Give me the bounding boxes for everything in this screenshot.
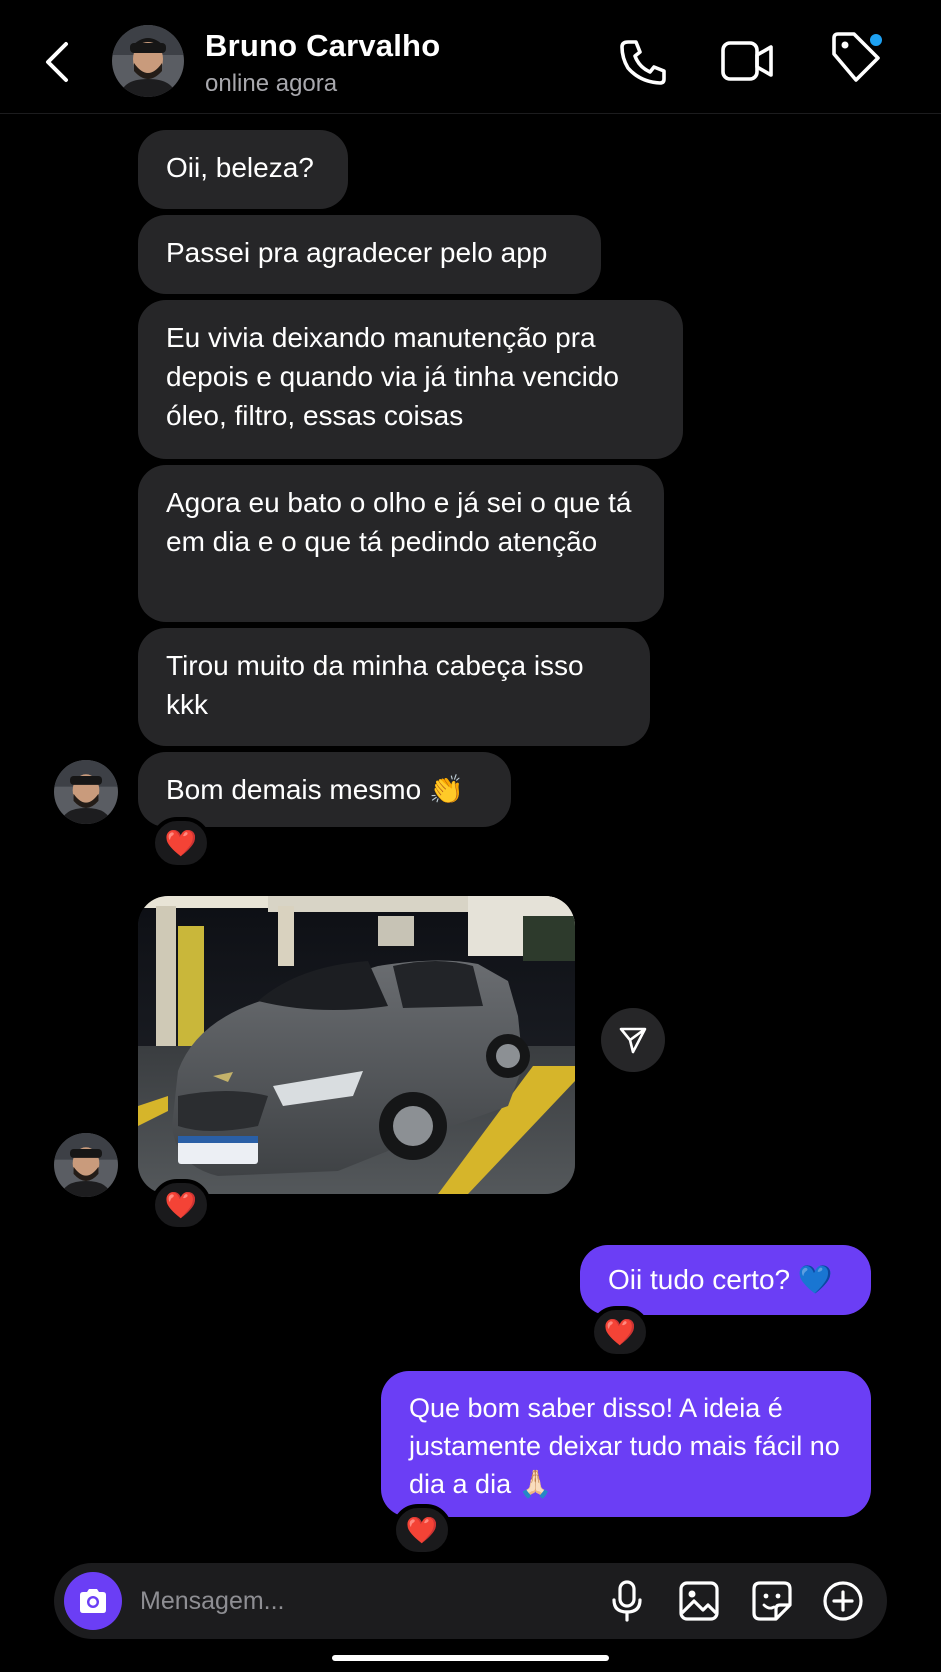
message-text: Tirou muito da minha cabeça isso kkk <box>166 650 584 720</box>
image-icon <box>679 1581 719 1621</box>
camera-icon <box>80 1589 106 1613</box>
phone-icon <box>620 40 666 85</box>
video-call-button[interactable] <box>720 36 774 86</box>
contact-name[interactable]: Bruno Carvalho <box>205 28 440 64</box>
heart-icon: ❤️ <box>603 1317 637 1347</box>
heart-icon: ❤️ <box>164 1190 198 1220</box>
message-bubble[interactable]: Agora eu bato o olho e já sei o que tá e… <box>138 465 664 622</box>
back-button[interactable] <box>38 38 78 86</box>
message-bubble[interactable]: Passei pra agradecer pelo app <box>138 215 601 294</box>
heart-icon: ❤️ <box>164 828 198 858</box>
heart-reaction[interactable]: ❤️ <box>151 1179 211 1231</box>
microphone-icon <box>612 1580 642 1622</box>
message-text: Oii, beleza? <box>166 152 314 183</box>
message-text: Passei pra agradecer pelo app <box>166 237 548 268</box>
plus-icon <box>823 1581 863 1621</box>
share-button[interactable] <box>601 1008 665 1072</box>
message-bubble[interactable]: Oii, beleza? <box>138 130 348 209</box>
message-bubble[interactable]: Eu vivia deixando manutenção pra depois … <box>138 300 683 459</box>
tag-icon <box>832 32 884 82</box>
sender-avatar[interactable] <box>54 760 118 824</box>
message-text: Agora eu bato o olho e já sei o que tá e… <box>166 487 632 557</box>
sticker-icon <box>752 1581 792 1621</box>
call-button[interactable] <box>616 36 670 86</box>
message-input[interactable] <box>138 1563 538 1639</box>
tag-button[interactable] <box>832 32 886 86</box>
video-camera-icon <box>721 41 773 81</box>
heart-icon: ❤️ <box>405 1515 439 1545</box>
message-bubble-outgoing[interactable]: Que bom saber disso! A ideia é justament… <box>381 1371 871 1517</box>
chat-screen: Bruno Carvalho online agora Oii, beleza?… <box>0 0 941 1672</box>
back-arrow-icon <box>46 42 68 82</box>
home-indicator[interactable] <box>332 1655 609 1661</box>
chat-header: Bruno Carvalho online agora <box>0 0 941 114</box>
gallery-button[interactable] <box>677 1579 721 1623</box>
message-composer <box>54 1563 887 1639</box>
notification-dot <box>868 32 884 48</box>
message-bubble[interactable]: Bom demais mesmo 👏 <box>138 752 511 827</box>
car-photo <box>138 896 575 1194</box>
heart-reaction[interactable]: ❤️ <box>392 1504 452 1556</box>
heart-reaction[interactable]: ❤️ <box>590 1306 650 1358</box>
message-text: Oii tudo certo? 💙 <box>608 1264 833 1295</box>
message-bubble-outgoing[interactable]: Oii tudo certo? 💙 <box>580 1245 871 1315</box>
heart-reaction[interactable]: ❤️ <box>151 817 211 869</box>
send-icon <box>619 1027 647 1054</box>
sender-avatar[interactable] <box>54 1133 118 1197</box>
message-text: Bom demais mesmo 👏 <box>166 774 464 805</box>
sticker-button[interactable] <box>750 1579 794 1623</box>
more-options-button[interactable] <box>821 1579 865 1623</box>
camera-button[interactable] <box>64 1572 122 1630</box>
contact-status: online agora <box>205 70 338 97</box>
contact-avatar[interactable] <box>112 25 184 97</box>
message-text: Eu vivia deixando manutenção pra depois … <box>166 322 620 431</box>
message-bubble[interactable]: Tirou muito da minha cabeça isso kkk <box>138 628 650 746</box>
microphone-button[interactable] <box>605 1579 649 1623</box>
message-text: Que bom saber disso! A ideia é justament… <box>409 1393 840 1499</box>
photo-message[interactable] <box>138 896 575 1194</box>
